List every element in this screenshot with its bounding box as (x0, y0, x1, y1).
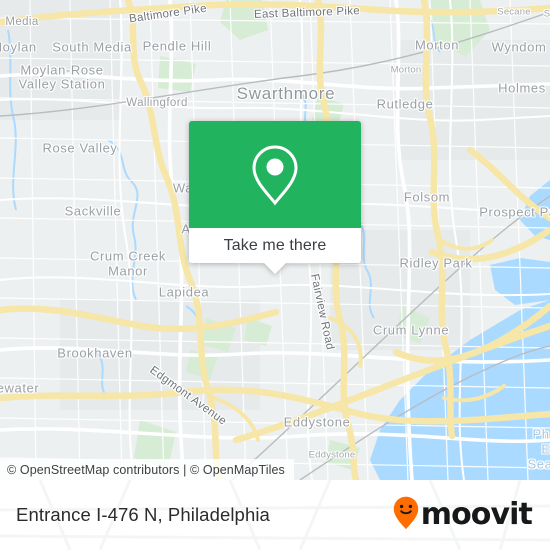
take-me-there-label: Take me there (223, 236, 327, 254)
location-title: Entrance I-476 N, Philadelphia (16, 504, 270, 525)
moovit-map-screenshot: Media Baltimore Pike East Baltimore Pike Se… (0, 0, 550, 550)
moovit-pin-smiley-icon (393, 496, 419, 535)
map-attribution: © OpenStreetMap contributors | © OpenMap… (0, 459, 294, 480)
callout-action-bar[interactable]: Take me there (189, 228, 361, 263)
callout-tail (263, 262, 287, 274)
take-me-there-callout[interactable]: Take me there (189, 121, 361, 274)
callout-image-panel (189, 121, 361, 228)
map-pin-icon (251, 144, 299, 206)
footer-bar: Entrance I-476 N, Philadelphia moovit (0, 480, 550, 550)
moovit-logo: moovit (393, 496, 533, 535)
moovit-wordmark: moovit (420, 497, 533, 532)
